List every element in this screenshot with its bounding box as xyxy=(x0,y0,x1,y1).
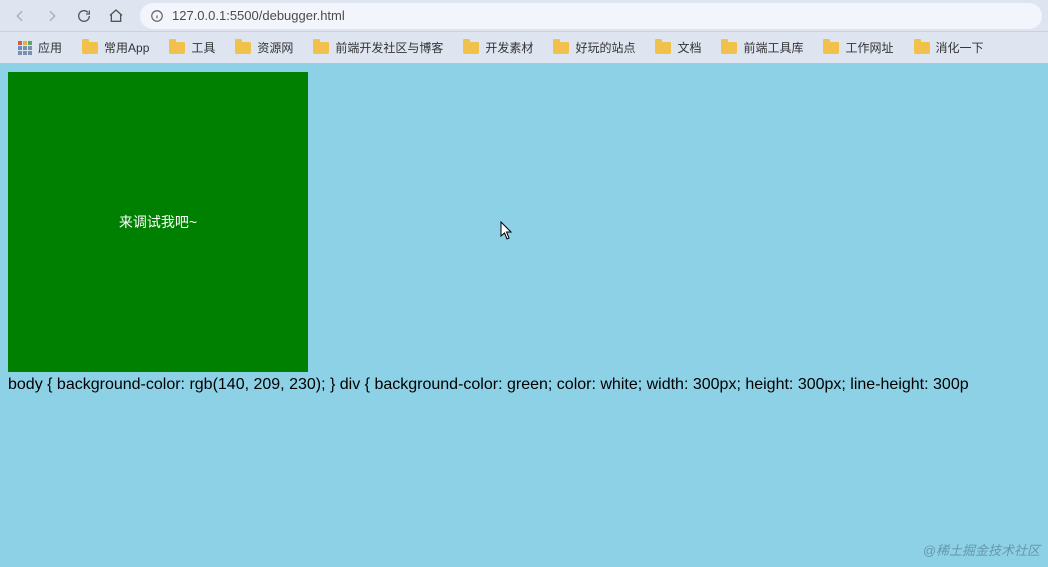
bookmark-label: 资源网 xyxy=(257,39,293,56)
folder-icon xyxy=(169,42,185,54)
folder-icon xyxy=(655,42,671,54)
url-text: 127.0.0.1:5500/debugger.html xyxy=(172,8,345,23)
forward-button[interactable] xyxy=(38,2,66,30)
folder-icon xyxy=(721,42,737,54)
arrow-right-icon xyxy=(44,8,60,24)
bookmarks-bar: 应用 常用App 工具 资源网 前端开发社区与博客 开发素材 好玩的站点 文档 … xyxy=(0,32,1048,64)
folder-icon xyxy=(82,42,98,54)
folder-icon xyxy=(235,42,251,54)
watermark-text: @稀土掘金技术社区 xyxy=(923,540,1040,559)
bookmark-label: 前端工具库 xyxy=(743,39,803,56)
home-button[interactable] xyxy=(102,2,130,30)
apps-label: 应用 xyxy=(38,39,62,56)
folder-icon xyxy=(313,42,329,54)
bookmark-folder-8[interactable]: 工作网址 xyxy=(813,35,903,60)
bookmark-label: 开发素材 xyxy=(485,39,533,56)
bookmark-label: 消化一下 xyxy=(936,39,984,56)
mouse-cursor-icon xyxy=(500,221,514,246)
back-button[interactable] xyxy=(6,2,34,30)
bookmark-folder-1[interactable]: 工具 xyxy=(159,35,225,60)
bookmark-folder-9[interactable]: 消化一下 xyxy=(904,35,994,60)
bookmark-label: 好玩的站点 xyxy=(575,39,635,56)
bookmark-folder-4[interactable]: 开发素材 xyxy=(453,35,543,60)
info-icon xyxy=(150,9,164,23)
folder-icon xyxy=(463,42,479,54)
reload-button[interactable] xyxy=(70,2,98,30)
bookmark-folder-2[interactable]: 资源网 xyxy=(225,35,303,60)
folder-icon xyxy=(823,42,839,54)
bookmark-folder-0[interactable]: 常用App xyxy=(72,35,159,60)
apps-button[interactable]: 应用 xyxy=(8,35,72,60)
apps-icon xyxy=(18,41,32,55)
folder-icon xyxy=(553,42,569,54)
folder-icon xyxy=(914,42,930,54)
bookmark-folder-6[interactable]: 文档 xyxy=(645,35,711,60)
css-rule-text: body { background-color: rgb(140, 209, 2… xyxy=(8,376,1048,394)
green-box: 来调试我吧~ xyxy=(8,72,308,372)
bookmark-label: 前端开发社区与博客 xyxy=(335,39,443,56)
page-viewport: 来调试我吧~ body { background-color: rgb(140,… xyxy=(0,64,1048,567)
bookmark-label: 工具 xyxy=(191,39,215,56)
green-box-text: 来调试我吧~ xyxy=(119,214,197,230)
bookmark-folder-3[interactable]: 前端开发社区与博客 xyxy=(303,35,453,60)
reload-icon xyxy=(76,8,92,24)
bookmark-label: 常用App xyxy=(104,39,149,56)
bookmark-folder-7[interactable]: 前端工具库 xyxy=(711,35,813,60)
browser-toolbar: 127.0.0.1:5500/debugger.html xyxy=(0,0,1048,32)
arrow-left-icon xyxy=(12,8,28,24)
address-bar[interactable]: 127.0.0.1:5500/debugger.html xyxy=(140,3,1042,29)
bookmark-label: 工作网址 xyxy=(845,39,893,56)
home-icon xyxy=(108,8,124,24)
bookmark-folder-5[interactable]: 好玩的站点 xyxy=(543,35,645,60)
bookmark-label: 文档 xyxy=(677,39,701,56)
